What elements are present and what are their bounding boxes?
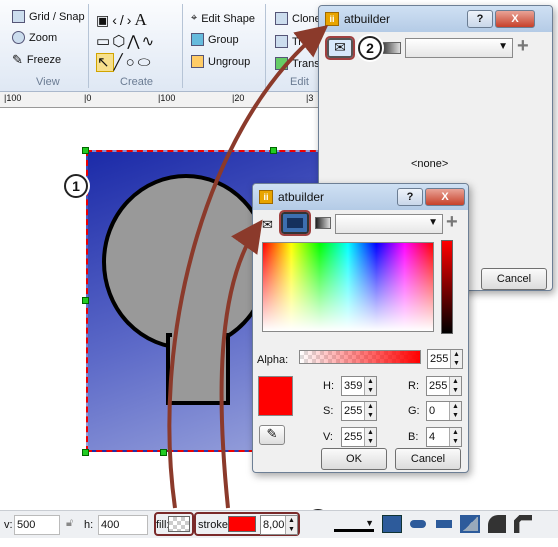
cap-square-icon[interactable] (436, 520, 452, 528)
height-field[interactable]: 400 (98, 515, 148, 535)
stroke-width-field[interactable]: 8,00 ▲ ▼ (260, 515, 298, 535)
callout-2: 2 (358, 36, 382, 60)
lock-icon[interactable]: 🔓︎ (66, 517, 73, 530)
arrow-fill-to-dialog (167, 24, 329, 509)
join-miter-icon[interactable] (460, 515, 480, 533)
annotation-arrows (167, 24, 329, 509)
join-bevel-icon[interactable] (514, 515, 532, 533)
cap-round-icon[interactable] (410, 520, 426, 528)
stroke-color-button[interactable] (228, 516, 256, 532)
height-label: h: (84, 519, 94, 531)
fill-color-button[interactable] (168, 516, 190, 532)
join-round-icon[interactable] (488, 515, 506, 533)
stroke-label: stroke: (198, 519, 232, 531)
cap-butt-icon[interactable] (382, 515, 402, 533)
arrow-stroke-to-dialog (219, 219, 263, 509)
line-style-combo[interactable]: ▼ (334, 518, 374, 532)
width-field[interactable]: 500 (14, 515, 60, 535)
callout-1: 1 (64, 174, 88, 198)
property-toolbar: v: 500 🔓︎ h: 400 fill: stroke: 8,00 ▲ ▼ ▼ (0, 510, 558, 538)
chevron-down-icon: ▼ (365, 518, 374, 528)
width-label: v: (4, 519, 13, 531)
